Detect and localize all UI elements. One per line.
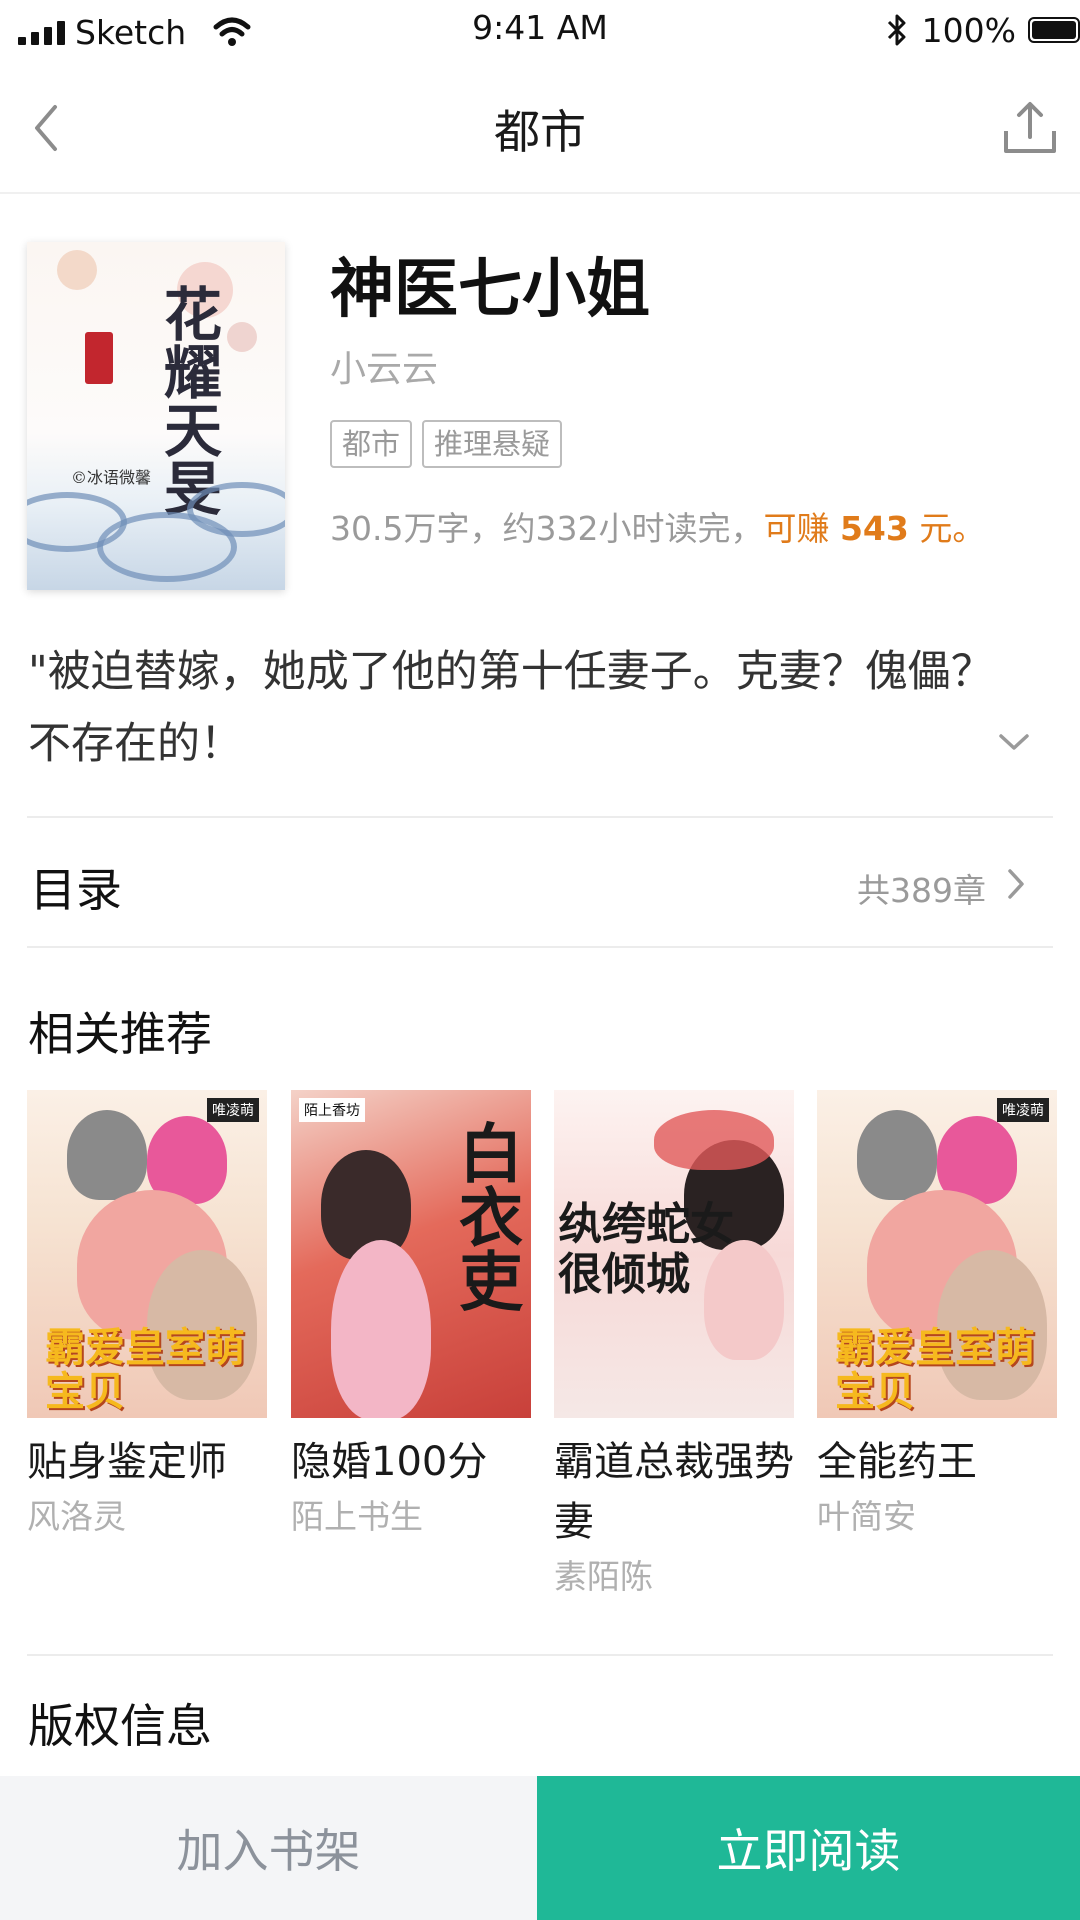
tag-list: 都市 推理悬疑	[330, 420, 563, 468]
bluetooth-icon	[887, 14, 906, 46]
recommendation-item[interactable]: 纨绔蛇女很倾城 霸道总裁强势妻 素陌陈	[554, 1090, 794, 1602]
recommendation-author: 叶简安	[817, 1497, 916, 1536]
table-of-contents-row[interactable]: 目录 共389章	[0, 820, 1080, 946]
recommendation-author: 素陌陈	[554, 1557, 653, 1596]
cover-figure	[654, 1110, 774, 1170]
book-header: 花耀天旻 ©冰语微馨 神医七小姐 小云云 都市 推理悬疑 30.5万字，约332…	[0, 194, 1080, 614]
status-right: 100%	[886, 8, 1080, 52]
tag[interactable]: 推理悬疑	[422, 420, 563, 468]
read-now-button[interactable]: 立即阅读	[537, 1776, 1080, 1920]
recommendation-item[interactable]: 唯凌萌 霸爱皇室萌宝贝 全能药王 叶简安	[817, 1090, 1057, 1542]
cover-figure	[67, 1110, 147, 1200]
recommendation-item[interactable]: 唯凌萌 霸爱皇室萌宝贝 贴身鉴定师 风洛灵	[27, 1090, 267, 1542]
chevron-right-icon	[996, 864, 1036, 904]
share-upload-icon	[1004, 102, 1056, 153]
cover-brand: 陌上香坊	[299, 1098, 365, 1122]
recommendation-cover[interactable]: 唯凌萌 霸爱皇室萌宝贝	[817, 1090, 1057, 1418]
status-bar: Sketch 9:41 AM 100%	[0, 0, 1080, 62]
earn-suffix: 元。	[908, 509, 986, 548]
cover-text: 霸爱皇室萌宝贝	[45, 1324, 245, 1415]
recommendation-author: 风洛灵	[27, 1497, 126, 1536]
toc-label: 目录	[30, 863, 122, 917]
stats-text: 30.5万字，约332小时读完，	[330, 509, 764, 548]
recommendation-cover[interactable]: 陌上香坊 白衣吏	[291, 1090, 531, 1418]
divider	[27, 816, 1053, 818]
recommendations-heading: 相关推荐	[28, 1007, 212, 1061]
recommendation-list: 唯凌萌 霸爱皇室萌宝贝 贴身鉴定师 风洛灵 陌上香坊 白衣吏 隐婚100分 陌上…	[27, 1090, 1057, 1630]
recommendation-cover[interactable]: 纨绔蛇女很倾城	[554, 1090, 794, 1418]
recommendation-title: 全能药王	[817, 1439, 977, 1485]
earn-amount: 543	[839, 509, 909, 548]
blossom-decoration	[227, 322, 257, 352]
recommendation-title: 霸道总裁强势妻	[554, 1439, 794, 1545]
cover-figure	[331, 1240, 431, 1418]
book-stats: 30.5万字，约332小时读完，可赚 543 元。	[330, 502, 985, 550]
cover-figure	[857, 1110, 937, 1200]
recommendation-item[interactable]: 陌上香坊 白衣吏 隐婚100分 陌上书生	[291, 1090, 531, 1542]
chapter-count: 共389章	[857, 871, 986, 910]
blossom-decoration	[57, 250, 97, 290]
divider	[27, 946, 1053, 948]
tag[interactable]: 都市	[330, 420, 413, 468]
book-cover[interactable]: 花耀天旻 ©冰语微馨	[27, 242, 285, 590]
cover-brand: 唯凌萌	[997, 1098, 1049, 1122]
nav-bar: 都市	[0, 62, 1080, 194]
cover-text: 纨绔蛇女很倾城	[558, 1199, 734, 1300]
copyright-heading: 版权信息	[28, 1699, 212, 1753]
cover-author: ©冰语微馨	[71, 468, 152, 487]
book-description: "被迫替嫁，她成了他的第十任妻子。克妻？傀儡？不存在的！	[28, 647, 994, 769]
divider	[27, 1654, 1053, 1656]
earn-label: 可赚	[763, 509, 840, 548]
recommendation-title: 隐婚100分	[291, 1439, 488, 1485]
add-to-shelf-button[interactable]: 加入书架	[0, 1776, 537, 1920]
bottom-action-bar: 加入书架 立即阅读	[0, 1776, 1080, 1920]
book-title: 神医七小姐	[330, 253, 650, 327]
cover-brand: 唯凌萌	[207, 1098, 259, 1122]
battery-icon	[1028, 17, 1080, 43]
battery-percent: 100%	[921, 10, 1016, 50]
book-author[interactable]: 小云云	[330, 340, 438, 392]
recommendation-cover[interactable]: 唯凌萌 霸爱皇室萌宝贝	[27, 1090, 267, 1418]
cover-text: 白衣吏	[448, 1120, 523, 1312]
expand-description-button[interactable]	[994, 722, 1034, 762]
recommendation-author: 陌上书生	[291, 1497, 423, 1536]
cover-text: 霸爱皇室萌宝贝	[835, 1324, 1035, 1415]
chevron-down-icon	[999, 734, 1029, 750]
share-button[interactable]	[994, 92, 1066, 164]
page-title: 都市	[494, 105, 586, 159]
recommendation-title: 贴身鉴定师	[27, 1439, 227, 1485]
